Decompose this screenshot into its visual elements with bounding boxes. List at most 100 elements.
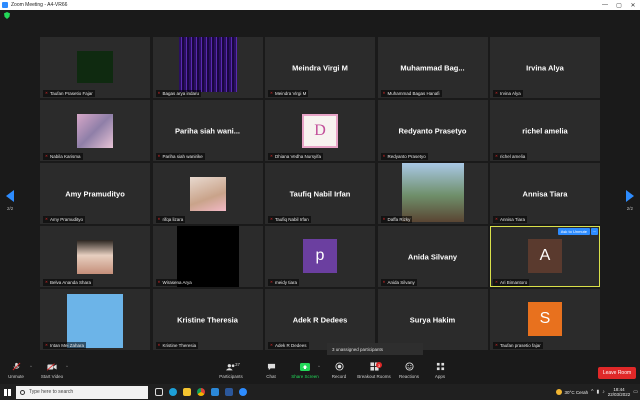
participant-name-caption: ✕ Pariha siah wanirike bbox=[155, 153, 205, 160]
page-indicator-right: 2/2 bbox=[626, 206, 633, 211]
participant-tile[interactable]: Kristine Theresia ✕ Kristine Theresia bbox=[152, 289, 263, 350]
chrome-icon[interactable] bbox=[194, 384, 208, 400]
minimize-button[interactable]: — bbox=[598, 0, 612, 10]
ask-to-unmute-button[interactable]: Ask to Unmute bbox=[557, 228, 590, 235]
participant-tile[interactable]: D ✕ Dhiana Vedha Nursyifa bbox=[265, 100, 375, 161]
next-page-arrow-icon[interactable] bbox=[626, 190, 634, 202]
word-icon[interactable] bbox=[222, 384, 236, 400]
title-bar: Zoom Meeting - A4-VR66 — ▢ ✕ bbox=[0, 0, 640, 10]
clock-date: 22/03/2022 bbox=[607, 392, 631, 397]
participant-tile[interactable]: Taufiq Nabil Irfan ✕ Taufiq Nabil Irfan bbox=[265, 163, 375, 224]
participant-tile[interactable]: Muhammad Bag... ✕ Muhammad Bagas Hanafi bbox=[377, 37, 488, 98]
edge-browser-icon[interactable] bbox=[166, 384, 180, 400]
video-options-caret-icon[interactable]: ^ bbox=[66, 364, 68, 369]
prev-page-arrow-icon[interactable] bbox=[6, 190, 14, 202]
file-explorer-icon[interactable] bbox=[180, 384, 194, 400]
taskbar-search-placeholder: Type here to search bbox=[29, 389, 74, 395]
breakout-rooms-button[interactable]: 3 Breakout Rooms bbox=[354, 362, 394, 379]
participant-tile[interactable]: ✕ Daffa Rizky bbox=[377, 163, 488, 224]
mic-muted-icon: ✕ bbox=[495, 343, 498, 347]
participant-name: Redyanto Prasetyo bbox=[387, 154, 426, 159]
participant-tile[interactable]: ✕ rifqa lizara bbox=[152, 163, 263, 224]
task-view-icon[interactable] bbox=[152, 384, 166, 400]
participant-tile[interactable]: Amy Pramudityo ✕ Amy Pramudityo bbox=[40, 163, 150, 224]
breakout-rooms-badge: 3 bbox=[376, 362, 382, 368]
close-button[interactable]: ✕ bbox=[626, 0, 640, 10]
video-off-icon bbox=[47, 362, 57, 371]
record-button[interactable]: Record bbox=[319, 362, 359, 379]
participant-tile[interactable]: ✕ Intan Mei Zahara bbox=[40, 289, 150, 350]
participant-tile[interactable]: Irvina Alya ✕ Irvina Alya bbox=[490, 37, 600, 98]
zoom-taskbar-icon[interactable] bbox=[236, 384, 250, 400]
participants-label: Participants bbox=[219, 374, 243, 379]
taskbar-clock[interactable]: 18:44 22/03/2022 bbox=[608, 387, 631, 397]
participant-name: Adek R Dedees bbox=[275, 343, 307, 348]
participant-name-caption: ✕ Irvina Alya bbox=[493, 90, 523, 97]
security-shield-icon[interactable] bbox=[4, 12, 10, 19]
apps-button[interactable]: Apps bbox=[420, 362, 460, 379]
participants-count: 37 bbox=[235, 362, 241, 367]
participant-name-caption: ✕ Redyanto Prasetyo bbox=[380, 153, 428, 160]
participants-button[interactable]: 37 Participants bbox=[211, 362, 251, 379]
reactions-label: Reactions bbox=[398, 374, 419, 379]
participant-display-name: Pariha siah wani... bbox=[174, 126, 241, 135]
participant-name-caption: ✕ meidy tiara bbox=[268, 279, 300, 286]
unassigned-participants-tooltip: 3 unassigned participants bbox=[327, 343, 423, 355]
participant-name-caption: ✕ rifqa lizara bbox=[155, 216, 186, 223]
participant-name: Pariha siah wanirike bbox=[162, 154, 203, 159]
gallery-grid: ✕ Taufan Prasetio Fajar ✕ Bagas arya indaru… bbox=[40, 37, 600, 353]
participant-display-name: Amy Pramudityo bbox=[65, 189, 125, 198]
mic-muted-icon: ✕ bbox=[382, 91, 386, 95]
more-options-button[interactable]: ··· bbox=[591, 228, 598, 235]
participant-name-caption: ✕ Belva Ananda Shara bbox=[43, 279, 94, 286]
participant-tile[interactable]: Meindra Virgi M ✕ Meindra Virgi M bbox=[265, 37, 375, 98]
participant-name: Muhammad Bagas Hanafi bbox=[387, 91, 440, 96]
participant-tile[interactable]: A Ask to Unmute ··· ✕ Ari Bimantoro bbox=[490, 226, 600, 287]
mic-muted-icon: ✕ bbox=[495, 280, 498, 284]
participant-name: Bagas arya indaru bbox=[162, 91, 200, 96]
volume-icon[interactable]: ♪ bbox=[602, 389, 605, 395]
participant-tile[interactable]: ✕ Wirasena Arya bbox=[152, 226, 263, 287]
participant-tile[interactable]: Pariha siah wani... ✕ Pariha siah wanirike bbox=[152, 100, 263, 161]
participant-tile[interactable]: Anida Silvany ✕ Anida Silvany bbox=[377, 226, 488, 287]
start-button[interactable] bbox=[0, 384, 14, 400]
apps-label: Apps bbox=[434, 374, 446, 379]
mic-muted-icon: ✕ bbox=[270, 154, 273, 158]
participant-tile[interactable]: Annisa Tiara ✕ Annisa Tiara bbox=[490, 163, 600, 224]
participant-tile[interactable]: ✕ Nabila Karisma bbox=[40, 100, 150, 161]
taskbar-search-box[interactable]: Type here to search bbox=[16, 385, 148, 399]
video-feed bbox=[176, 226, 239, 287]
participant-name: rifqa lizara bbox=[162, 217, 184, 222]
participant-tile[interactable]: Adek R Dedees ✕ Adek R Dedees bbox=[265, 289, 375, 350]
participant-name: Annisa Tiara bbox=[500, 217, 526, 222]
participant-tile[interactable]: ✕ Bagas arya indaru bbox=[152, 37, 263, 98]
maximize-button[interactable]: ▢ bbox=[612, 0, 626, 10]
mic-muted-icon: ✕ bbox=[157, 91, 161, 95]
participant-tile[interactable]: S ✕ Taufan prasetio fajar bbox=[490, 289, 600, 350]
participant-tile[interactable]: Surya Hakim bbox=[377, 289, 488, 350]
participant-name-caption: ✕ Taufan Prasetio Fajar bbox=[43, 90, 95, 97]
search-icon bbox=[20, 389, 25, 395]
meeting-toolbar: Unmute ^ Start Video ^ 37 Participants C… bbox=[0, 360, 640, 384]
participant-tile[interactable]: ✕ Belva Ananda Shara bbox=[40, 226, 150, 287]
share-screen-label: Share Screen bbox=[291, 374, 319, 379]
participant-name-caption: ✕ Bagas arya indaru bbox=[155, 90, 202, 97]
notifications-icon[interactable]: ▭ bbox=[633, 389, 638, 395]
tray-overflow-chevron-icon[interactable]: ^ bbox=[591, 389, 593, 395]
mic-muted-icon: ✕ bbox=[495, 217, 498, 221]
chat-label: Chat bbox=[266, 374, 276, 379]
participant-tile[interactable]: ✕ Taufan Prasetio Fajar bbox=[40, 37, 150, 98]
participant-tile[interactable]: Redyanto Prasetyo ✕ Redyanto Prasetyo bbox=[377, 100, 488, 161]
mic-muted-icon: ✕ bbox=[157, 154, 161, 158]
network-icon[interactable]: ▮ bbox=[596, 389, 599, 395]
participant-display-name: Irvina Alya bbox=[526, 63, 564, 72]
participant-tile[interactable]: p ✕ meidy tiara bbox=[265, 226, 375, 287]
participant-name: Amy Pramudityo bbox=[50, 217, 84, 222]
weather-text: 30°C Cerah bbox=[564, 389, 589, 395]
leave-room-button[interactable]: Leave Room bbox=[598, 367, 636, 379]
apps-icon bbox=[435, 362, 445, 371]
unmute-label: Unmute bbox=[8, 374, 24, 379]
store-icon[interactable] bbox=[208, 384, 222, 400]
participant-display-name: Surya Hakim bbox=[409, 315, 456, 324]
participant-tile[interactable]: richel amelia ✕ richel amelia bbox=[490, 100, 600, 161]
